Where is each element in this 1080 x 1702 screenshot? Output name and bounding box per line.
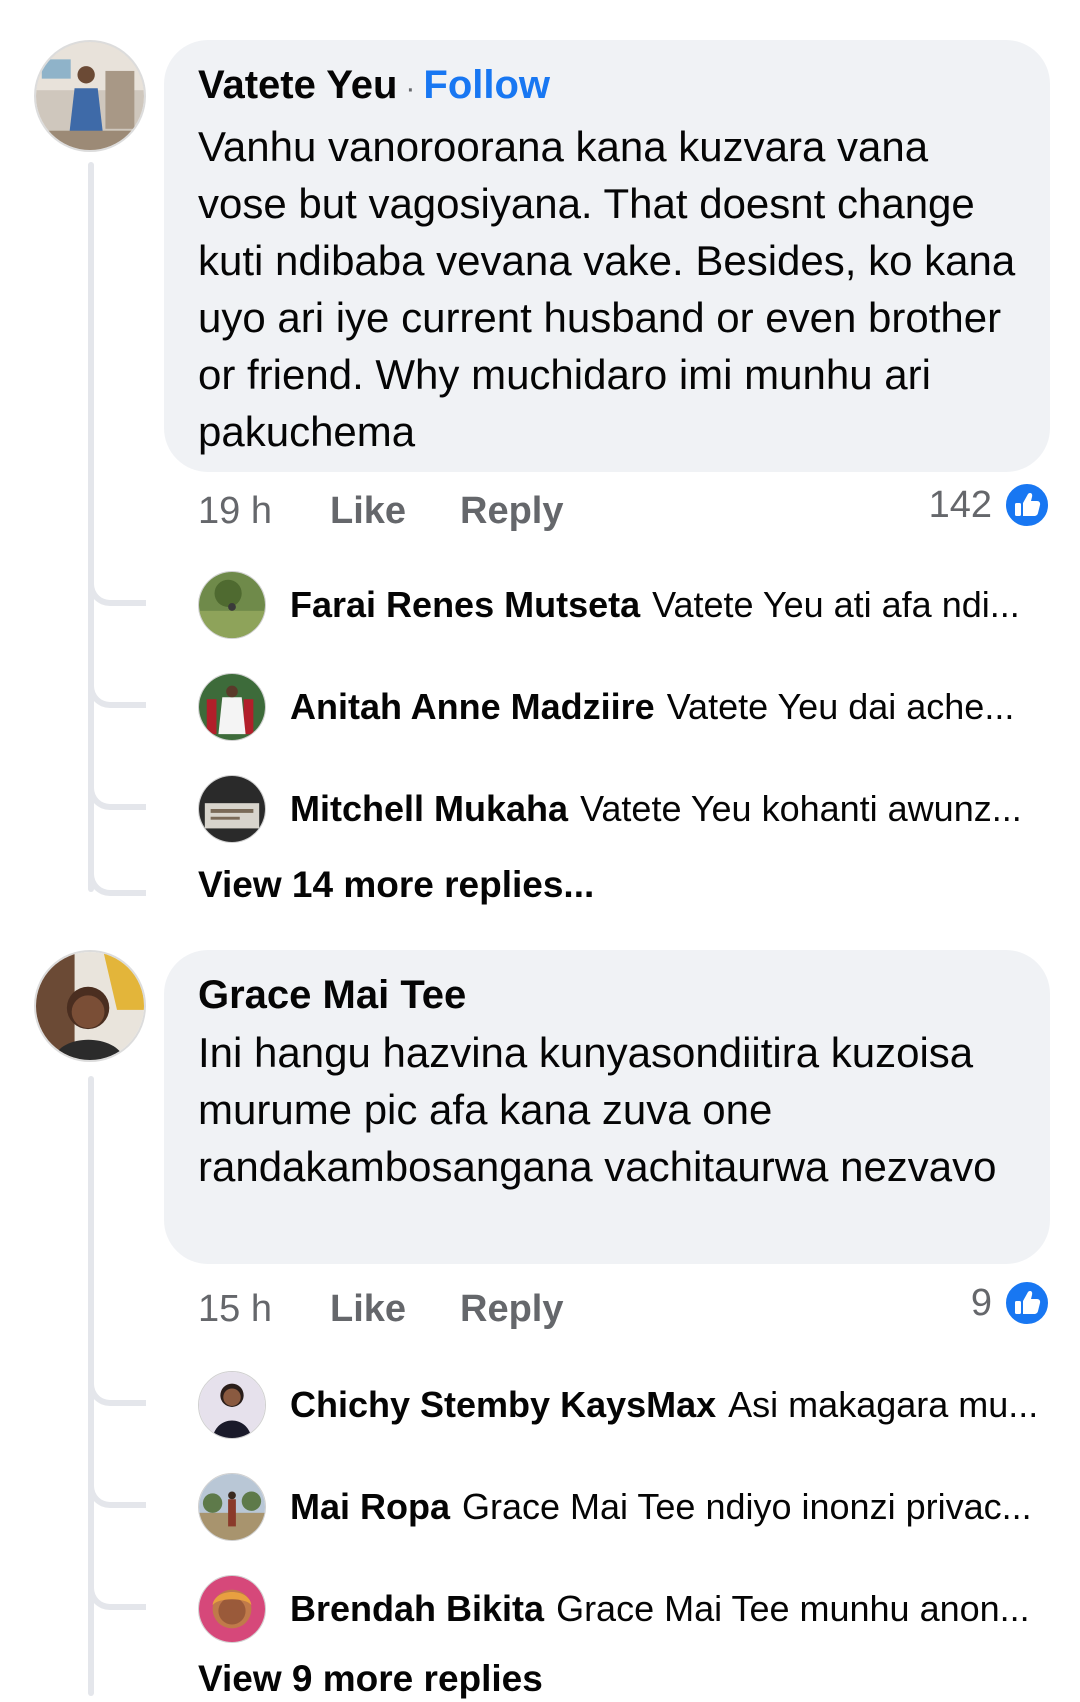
avatar[interactable] [198,571,266,639]
reaction-count[interactable]: 9 [971,1282,992,1325]
comment-header: Vatete Yeu · Follow [198,60,1016,114]
reply-connector [88,1380,146,1406]
reply-button[interactable]: Reply [460,1288,563,1331]
view-more-replies[interactable]: View 14 more replies... [198,862,594,908]
avatar[interactable] [198,1473,266,1541]
reply-connector [88,1584,146,1610]
comment-bubble: Vatete Yeu · Follow Vanhu vanoroorana kana… [164,40,1050,472]
reply-connector [88,682,146,708]
comment-author[interactable]: Grace Mai Tee [198,973,466,1017]
reply-snippet: Vatete Yeu ati afa ndi... [652,584,1020,625]
separator-dot: · [405,72,416,105]
comment-text: Vanhu vanoroorana kana kuzvara vana vose… [198,123,1016,455]
reply-author[interactable]: Farai Renes Mutseta [290,584,640,625]
reply-author[interactable]: Mitchell Mukaha [290,788,568,829]
avatar[interactable] [198,1371,266,1439]
avatar[interactable] [198,775,266,843]
comment-timestamp[interactable]: 15 h [198,1288,272,1331]
reply-connector [88,870,146,896]
comment-text: Ini hangu hazvina kunyasondiitira kuzois… [198,1029,997,1190]
reply-snippet: Grace Mai Tee ndiyo inonzi privac... [462,1486,1032,1527]
reaction-count[interactable]: 142 [929,484,992,527]
reply-item[interactable]: Farai Renes Mutseta Vatete Yeu ati afa nd… [198,570,1050,640]
comment-header: Grace Mai Tee [198,970,1016,1020]
reply-connector [88,1482,146,1508]
reply-snippet: Vatete Yeu dai ache... [666,686,1015,727]
reply-connector [88,580,146,606]
comment-timestamp[interactable]: 19 h [198,490,272,533]
reply-item[interactable]: Brendah Bikita Grace Mai Tee munhu anon..… [198,1574,1050,1644]
thumbs-up-icon[interactable] [1004,482,1050,528]
like-button[interactable]: Like [330,1288,406,1331]
reply-item[interactable]: Chichy Stemby KaysMax Asi makagara mu... [198,1370,1050,1440]
view-more-replies[interactable]: View 9 more replies [198,1656,543,1702]
avatar[interactable] [34,40,146,152]
reply-snippet: Grace Mai Tee munhu anon... [556,1588,1030,1629]
avatar[interactable] [198,673,266,741]
reply-button[interactable]: Reply [460,490,563,533]
reply-snippet: Vatete Yeu kohanti awunz... [580,788,1022,829]
avatar[interactable] [34,950,146,1062]
reply-item[interactable]: Anitah Anne Madziire Vatete Yeu dai ache.… [198,672,1050,742]
reply-author[interactable]: Mai Ropa [290,1486,450,1527]
avatar[interactable] [198,1575,266,1643]
follow-button[interactable]: Follow [423,63,550,107]
reply-item[interactable]: Mai Ropa Grace Mai Tee ndiyo inonzi priva… [198,1472,1050,1542]
reply-author[interactable]: Anitah Anne Madziire [290,686,655,727]
reply-author[interactable]: Brendah Bikita [290,1588,544,1629]
like-button[interactable]: Like [330,490,406,533]
thread-line [88,162,94,892]
reply-author[interactable]: Chichy Stemby KaysMax [290,1384,716,1425]
comment-author[interactable]: Vatete Yeu [198,63,397,107]
comment-actions: 19 h Like Reply 142 [198,482,1050,542]
reply-item[interactable]: Mitchell Mukaha Vatete Yeu kohanti awunz.… [198,774,1050,844]
reply-connector [88,784,146,810]
comment-actions: 15 h Like Reply 9 [198,1280,1050,1340]
comment-bubble: Grace Mai Tee Ini hangu hazvina kunyason… [164,950,1050,1264]
reply-snippet: Asi makagara mu... [728,1384,1039,1425]
thumbs-up-icon[interactable] [1004,1280,1050,1326]
